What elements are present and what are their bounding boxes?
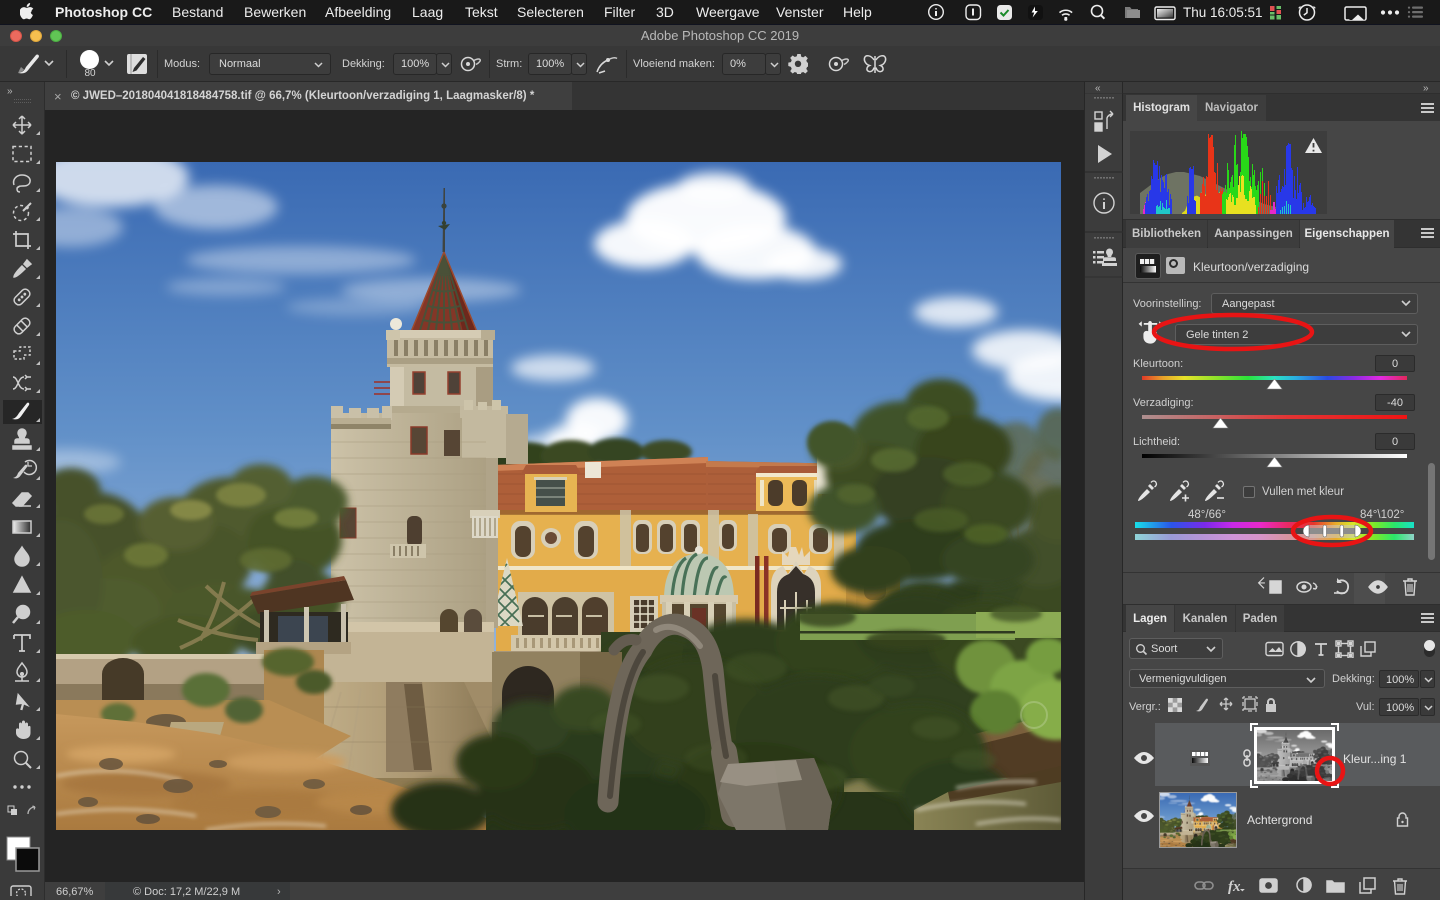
svg-text:fx: fx — [1228, 879, 1241, 895]
